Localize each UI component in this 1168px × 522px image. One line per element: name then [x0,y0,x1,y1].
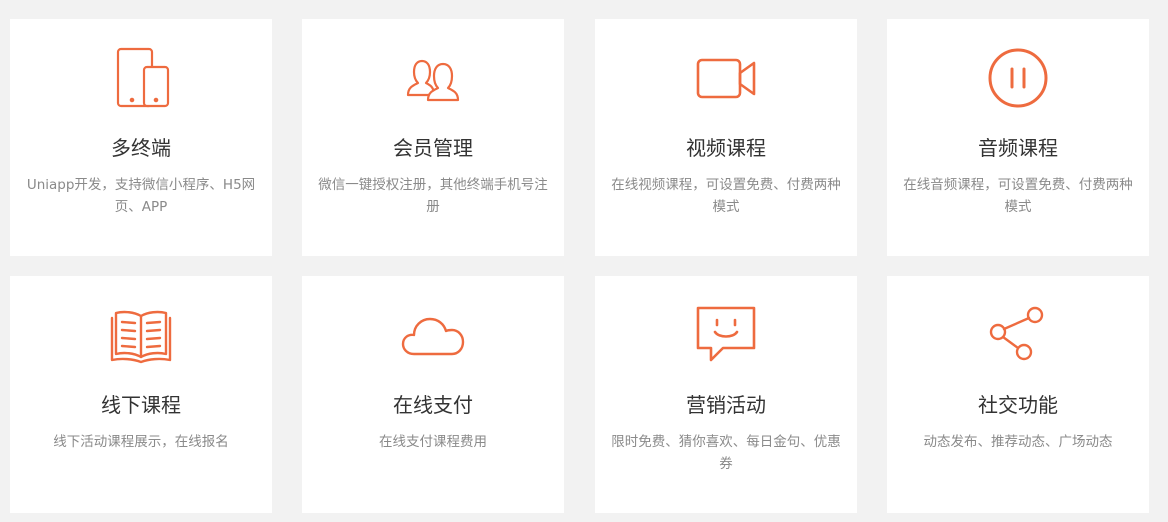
video-camera-icon [693,45,759,111]
feature-description: 在线音频课程，可设置免费、付费两种模式 [903,177,1133,215]
feature-description: 线下活动课程展示，在线报名 [53,434,229,450]
feature-card-audio-course: 音频课程 在线音频课程，可设置免费、付费两种模式 [887,19,1149,256]
open-book-icon [108,302,174,368]
feature-description: 限时免费、猜你喜欢、每日金句、优惠券 [611,434,841,472]
feature-card-marketing: 营销活动 限时免费、猜你喜欢、每日金句、优惠券 [595,276,857,513]
feature-title: 社交功能 [978,393,1058,417]
devices-icon [108,45,174,111]
pause-circle-icon [985,45,1051,111]
feature-title: 音频课程 [978,136,1058,160]
feature-card-member-management: 会员管理 微信一键授权注册，其他终端手机号注册 [302,19,564,256]
feature-description: 在线支付课程费用 [379,434,487,450]
feature-card-multi-terminal: 多终端 Uniapp开发，支持微信小程序、H5网页、APP [10,19,272,256]
feature-description: 微信一键授权注册，其他终端手机号注册 [318,177,548,215]
feature-card-video-course: 视频课程 在线视频课程，可设置免费、付费两种模式 [595,19,857,256]
feature-description: 动态发布、推荐动态、广场动态 [923,434,1113,450]
feature-title: 会员管理 [393,136,473,160]
feature-card-online-payment: 在线支付 在线支付课程费用 [302,276,564,513]
feature-card-offline-course: 线下课程 线下活动课程展示，在线报名 [10,276,272,513]
share-icon [985,302,1051,368]
feature-grid: 多终端 Uniapp开发，支持微信小程序、H5网页、APP 会员管理 微信一键授… [0,0,1168,522]
smile-chat-icon [693,302,759,368]
feature-title: 视频课程 [686,136,766,160]
feature-title: 多终端 [111,136,171,160]
feature-description: Uniapp开发，支持微信小程序、H5网页、APP [26,177,256,215]
feature-title: 在线支付 [393,393,473,417]
users-icon [400,45,466,111]
feature-title: 营销活动 [686,393,766,417]
feature-card-social: 社交功能 动态发布、推荐动态、广场动态 [887,276,1149,513]
feature-description: 在线视频课程，可设置免费、付费两种模式 [611,177,841,215]
feature-title: 线下课程 [101,393,181,417]
cloud-icon [400,302,466,368]
